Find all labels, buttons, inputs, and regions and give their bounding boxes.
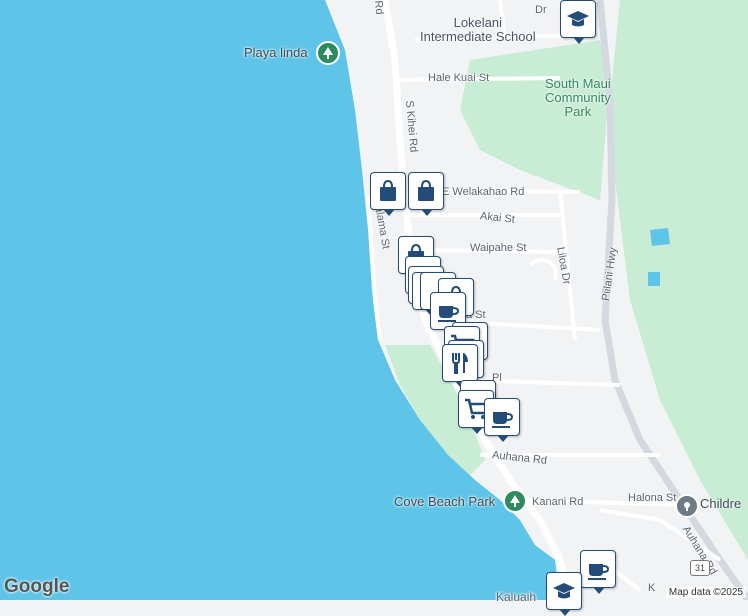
children-label[interactable]: Childre	[700, 496, 741, 511]
google-logo[interactable]: Google	[4, 576, 69, 598]
shopping-bag-icon	[380, 179, 396, 201]
south-maui-park-label[interactable]: South Maui Community Park	[545, 77, 611, 119]
street-label-halona: Halona St	[628, 492, 677, 504]
map-canvas[interactable]	[0, 0, 748, 600]
street-label-kanani: Kanani Rd	[532, 496, 584, 508]
street-label-hale-kuai: Hale Kuai St	[428, 72, 490, 84]
street-label-rd-top: Rd	[372, 0, 386, 16]
shopping-pin[interactable]	[370, 172, 406, 216]
playa-linda-label[interactable]: Playa linda	[244, 45, 308, 60]
lokelani-school-label[interactable]: Lokelani Intermediate School	[420, 16, 536, 44]
shopping-pin[interactable]	[408, 172, 444, 216]
street-label-waipahe: Waipahe St	[470, 242, 527, 254]
school-cap-icon	[567, 11, 589, 27]
street-label-dr-top: Dr	[535, 4, 547, 16]
coffee-cup-icon	[588, 564, 610, 580]
children-place-icon[interactable]	[675, 494, 699, 518]
school-cap-icon	[553, 583, 575, 599]
school-pin[interactable]	[560, 0, 596, 44]
coffee-cup-icon	[492, 412, 514, 428]
tree-icon[interactable]	[503, 489, 527, 513]
pond	[650, 228, 670, 246]
cove-beach-park-label[interactable]: Cove Beach Park	[394, 494, 495, 509]
map-attribution[interactable]: Map data ©2025	[665, 587, 746, 598]
street-label-kaluaih: Kaluaih	[496, 590, 537, 604]
highway-shield: 31	[690, 560, 710, 576]
shopping-bag-icon	[418, 179, 434, 201]
tree-icon[interactable]	[316, 41, 340, 65]
coffee-cup-icon	[438, 306, 460, 322]
pool	[648, 272, 660, 286]
street-label-welakahao: E Welakahao Rd	[442, 186, 525, 198]
fork-knife-icon	[452, 353, 468, 374]
cafe-pin[interactable]	[484, 398, 520, 442]
cafe-pin[interactable]	[580, 550, 616, 594]
restaurant-pin[interactable]	[442, 344, 478, 388]
school-pin[interactable]	[546, 572, 582, 616]
street-label-k-bottom: K	[648, 582, 656, 594]
